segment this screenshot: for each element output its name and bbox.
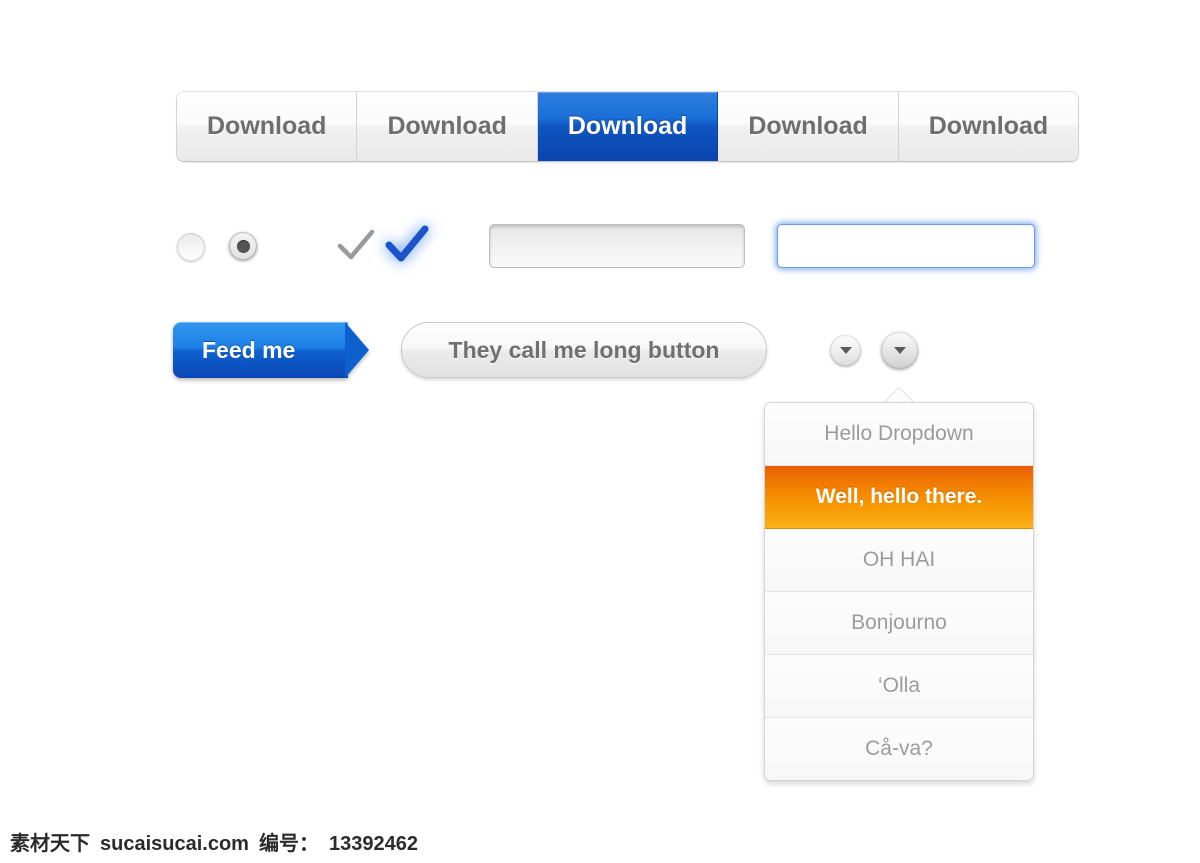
dropdown-item-bonjourno[interactable]: Bonjourno <box>765 592 1033 655</box>
watermark-id-label: 编号： <box>258 833 319 855</box>
watermark-site-cn: 素材天下 <box>10 833 90 855</box>
radio-checked-icon[interactable] <box>229 232 257 260</box>
download-button-2[interactable]: Download <box>357 92 538 161</box>
dropdown-item-cava[interactable]: Cå-va? <box>765 718 1033 780</box>
chevron-down-icon <box>893 347 906 354</box>
download-button-4[interactable]: Download <box>718 92 899 161</box>
download-button-3-active[interactable]: Download <box>537 92 719 161</box>
text-input-default[interactable] <box>489 224 745 268</box>
long-button-label: They call me long button <box>448 336 720 363</box>
dropdown-item-olla[interactable]: ‘Olla <box>765 655 1033 718</box>
checkmark-icon-active[interactable] <box>385 225 429 265</box>
dropdown-toggle-large[interactable] <box>881 332 918 369</box>
watermark: 素材天下 sucaisucai.com 编号： 13392462 <box>10 827 418 856</box>
radio-unchecked-icon[interactable] <box>177 233 205 261</box>
download-button-5[interactable]: Download <box>898 92 1079 161</box>
dropdown-item-selected[interactable]: Well, hello there. <box>765 466 1033 529</box>
radio-inner-dot <box>236 239 250 253</box>
watermark-id-value: 13392462 <box>328 833 418 855</box>
arrow-tag-shape <box>345 322 369 378</box>
dropdown-item-ohhai[interactable]: OH HAI <box>765 529 1033 592</box>
dropdown-toggle-small[interactable] <box>830 335 861 366</box>
dropdown-tail <box>884 388 914 403</box>
download-button-1[interactable]: Download <box>177 92 358 161</box>
segmented-download-buttons: Download Download Download Download Down… <box>177 92 1079 161</box>
feed-me-label: Feed me <box>202 336 296 363</box>
dropdown-item-hello[interactable]: Hello Dropdown <box>765 403 1033 466</box>
watermark-site-url: sucaisucai.com <box>100 833 249 855</box>
feed-me-button[interactable]: Feed me <box>173 322 369 378</box>
text-input-focused[interactable] <box>777 224 1035 268</box>
long-button[interactable]: They call me long button <box>401 322 767 378</box>
checkmark-icon-inactive[interactable] <box>337 229 375 263</box>
dropdown-menu: Hello Dropdown Well, hello there. OH HAI… <box>764 402 1034 781</box>
chevron-down-icon <box>839 347 852 354</box>
